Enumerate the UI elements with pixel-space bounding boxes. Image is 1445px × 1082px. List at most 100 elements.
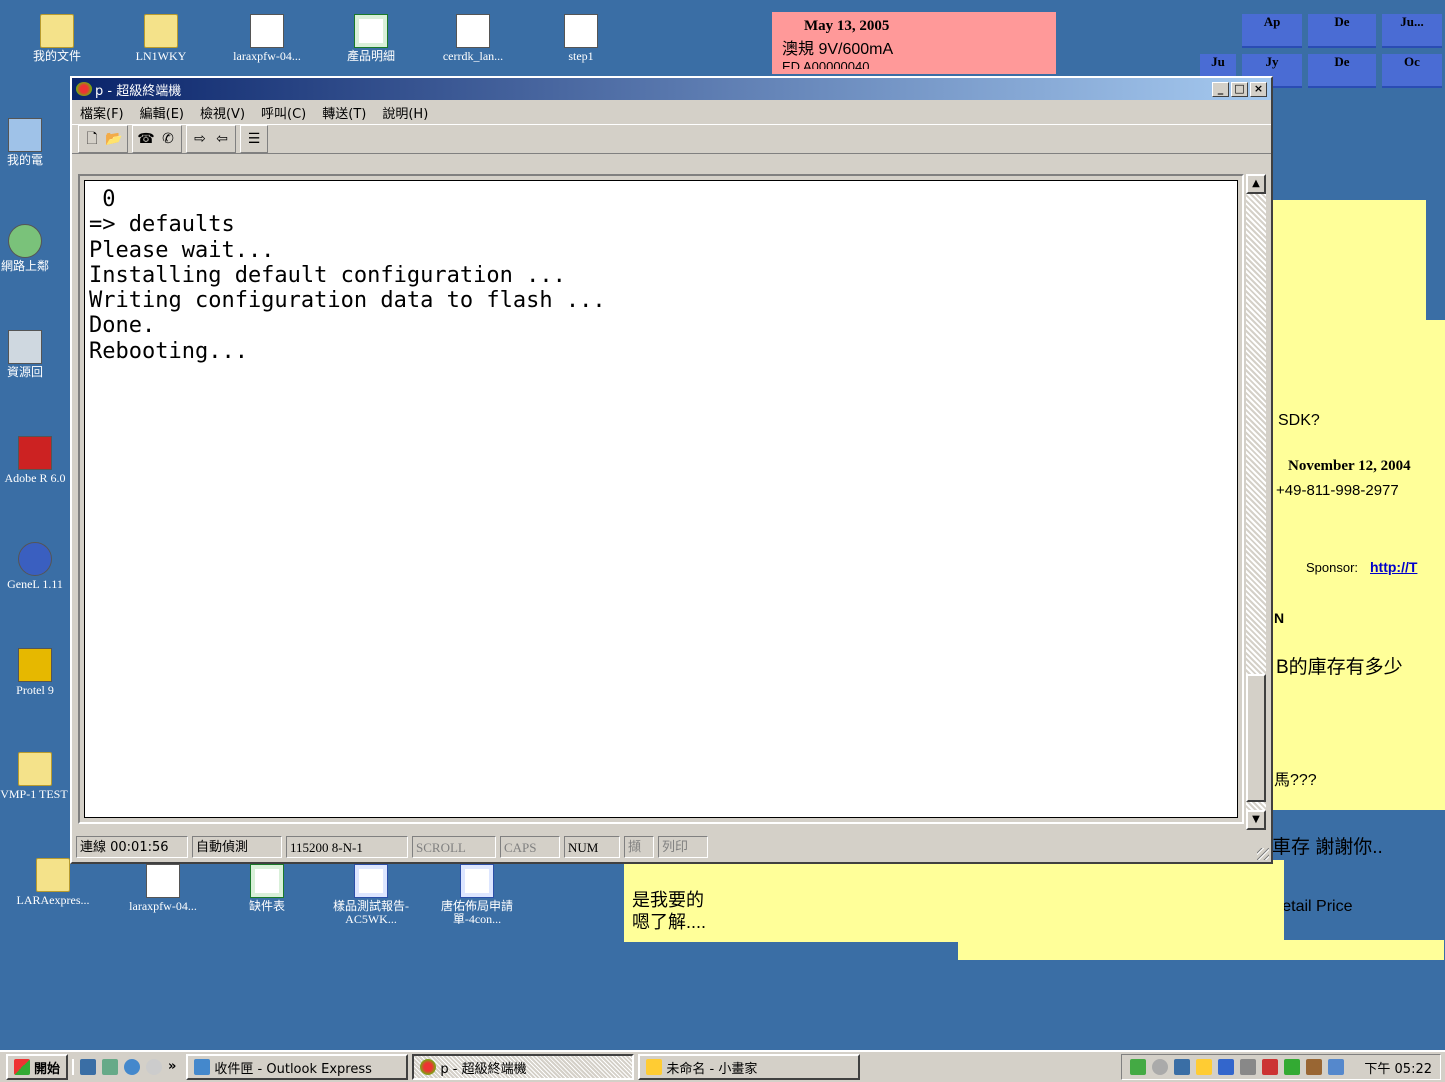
network-tray-icon[interactable] [1130, 1059, 1147, 1075]
menu-file[interactable]: 檔案(F) [80, 103, 124, 122]
terminal-line: => defaults [89, 212, 235, 238]
desktop-icon-network[interactable]: 網路上鄰 [0, 224, 70, 273]
tray-icon[interactable] [1284, 1059, 1301, 1075]
desktop-icon-laraxpfw-2[interactable]: laraxpfw-04... [118, 864, 208, 913]
scroll-down-icon[interactable]: ▼ [1246, 810, 1266, 830]
sticky-phone: +49-811-998-2977 [1276, 482, 1399, 499]
desktop-icon-recycle-bin[interactable]: 資源回 [0, 330, 70, 379]
desktop-icon-label: Adobe R 6.0 [4, 471, 66, 485]
sticky-text: N [1274, 610, 1285, 626]
desktop-icon-laraexpres[interactable]: LARAexpres... [8, 858, 98, 907]
new-file-icon[interactable]: 🗋 [81, 128, 103, 150]
media-icon[interactable] [146, 1059, 163, 1075]
calendar-cell[interactable]: De [1308, 14, 1376, 48]
desktop-icon-kvmp[interactable]: KVMP-1 TEST R [0, 752, 80, 801]
tray-icon[interactable] [1262, 1059, 1279, 1075]
tray-icon[interactable] [1328, 1059, 1345, 1075]
calendar-cell[interactable]: Ap [1242, 14, 1302, 48]
task-hyperterminal[interactable]: p - 超級終端機 [412, 1054, 635, 1080]
sponsor-link[interactable]: http://T [1370, 559, 1417, 575]
sticky-date: November 12, 2004 [1288, 458, 1411, 474]
word-icon [354, 864, 388, 898]
sticky-note-top[interactable]: May 13, 2005 澳規 9V/600mA ED A00000040 [772, 12, 1056, 74]
scroll-thumb[interactable] [1246, 674, 1266, 802]
window-title: p - 超級終端機 [95, 83, 182, 99]
status-baud: 115200 8-N-1 [286, 836, 408, 858]
menu-transfer[interactable]: 轉送(T) [322, 103, 366, 122]
ie-icon[interactable] [124, 1059, 141, 1075]
disconnect-icon[interactable]: ✆ [157, 128, 179, 150]
minimize-button[interactable]: _ [1212, 81, 1229, 97]
desktop-icon-product-list[interactable]: 產品明細 [326, 14, 416, 63]
open-folder-icon[interactable]: 📂 [103, 128, 125, 150]
outlook-icon[interactable] [102, 1059, 119, 1075]
vertical-scrollbar[interactable]: ▲ ▼ [1246, 174, 1266, 830]
desktop-icon-label: laraxpfw-04... [233, 49, 301, 63]
maximize-button[interactable]: □ [1231, 81, 1248, 97]
scroll-up-icon[interactable]: ▲ [1246, 174, 1266, 194]
clock[interactable]: 下午 05:22 [1364, 1058, 1432, 1077]
paint-icon [646, 1059, 663, 1075]
desktop-icon-adobe-reader[interactable]: Adobe R 6.0 [0, 436, 80, 485]
desktop-icon[interactable] [80, 1059, 97, 1075]
calendar-cell[interactable]: De [1308, 54, 1376, 88]
status-bar: 連線 00:01:56 自動偵測 115200 8-N-1 SCROLL CAP… [76, 836, 708, 860]
menu-call[interactable]: 呼叫(C) [261, 103, 306, 122]
monitor-tray-icon[interactable] [1174, 1059, 1191, 1075]
desktop-icon-laraxpfw[interactable]: laraxpfw-04... [222, 14, 312, 63]
window-titlebar[interactable]: p - 超級終端機 _ □ × [72, 78, 1271, 100]
desktop-icon-layout-request[interactable]: 唐佑佈局申請單-4con... [432, 864, 522, 926]
menu-edit[interactable]: 編輯(E) [140, 103, 184, 122]
sticky-text: SDK? [1278, 412, 1320, 429]
terminal-line: Please wait... [89, 237, 275, 263]
status-print: 列印 [658, 836, 708, 858]
desktop-icon-ln1wky[interactable]: LN1WKY [116, 14, 206, 63]
desktop-icon-my-documents[interactable]: 我的文件 [12, 14, 102, 63]
terminal-line: Rebooting... [89, 338, 248, 364]
calendar-cell[interactable]: Ju... [1382, 14, 1442, 48]
task-outlook[interactable]: 收件匣 - Outlook Express [186, 1054, 409, 1080]
desktop-icon-cerrdk[interactable]: cerrdk_lan... [428, 14, 518, 63]
tray-icon[interactable] [1306, 1059, 1323, 1075]
quick-launch-chevron[interactable]: » [168, 1059, 176, 1075]
sticky-line: ED A00000040 [782, 59, 870, 69]
sponsor-label: Sponsor: [1306, 560, 1359, 575]
desktop-icon-genel[interactable]: GeneL 1.11 [0, 542, 80, 591]
start-button[interactable]: 開始 [6, 1054, 69, 1080]
desktop-icon-protel[interactable]: Protel 9 [0, 648, 80, 697]
hyperterminal-icon [420, 1059, 437, 1075]
document-icon [146, 864, 180, 898]
properties-icon[interactable]: ☰ [243, 128, 265, 150]
status-caps: CAPS [500, 836, 560, 858]
folder-icon [40, 14, 74, 48]
desktop-icon-my-computer[interactable]: 我的電 [0, 118, 70, 167]
tray-icon[interactable] [1196, 1059, 1213, 1075]
folder-icon [18, 752, 52, 786]
keyboard-icon[interactable] [1240, 1059, 1257, 1075]
input-method-icon[interactable] [1218, 1059, 1235, 1075]
menu-help[interactable]: 說明(H) [382, 103, 428, 122]
send-file-icon[interactable]: ⇨ [189, 128, 211, 150]
windows-logo-icon [14, 1059, 30, 1075]
resize-grip[interactable] [1257, 848, 1269, 860]
hyperterminal-window[interactable]: p - 超級終端機 _ □ × 檔案(F) 編輯(E) 檢視(V) 呼叫(C) … [70, 76, 1273, 864]
desktop-icon-missing-parts[interactable]: 缺件表 [222, 864, 312, 913]
receive-file-icon[interactable]: ⇦ [211, 128, 233, 150]
calendar-cell[interactable]: Oc [1382, 54, 1442, 88]
terminal-frame: 0 => defaults Please wait... Installing def… [78, 174, 1244, 824]
desktop-icon-sample-report[interactable]: 樣品測試報告-AC5WK... [326, 864, 416, 926]
menu-bar: 檔案(F) 編輯(E) 檢視(V) 呼叫(C) 轉送(T) 說明(H) [72, 100, 1271, 124]
desktop-icon-label: 我的電 [6, 153, 43, 167]
sticky-note-bottom[interactable]: 是我要的 嗯了解.... [624, 860, 1284, 942]
tray-icon[interactable] [1152, 1059, 1169, 1075]
terminal-line: Writing configuration data to flash ... [89, 288, 606, 314]
close-button[interactable]: × [1250, 81, 1267, 97]
desktop-icon-label: 我的文件 [32, 49, 81, 63]
desktop-icon-label: 樣品測試報告-AC5WK... [333, 899, 409, 926]
menu-view[interactable]: 檢視(V) [200, 103, 245, 122]
terminal-screen[interactable]: 0 => defaults Please wait... Installing def… [84, 180, 1238, 818]
task-paint[interactable]: 未命名 - 小畫家 [638, 1054, 861, 1080]
call-phone-icon[interactable]: ☎ [135, 128, 157, 150]
task-label: 收件匣 - Outlook Express [214, 1061, 372, 1077]
desktop-icon-step1[interactable]: step1 [536, 14, 626, 63]
